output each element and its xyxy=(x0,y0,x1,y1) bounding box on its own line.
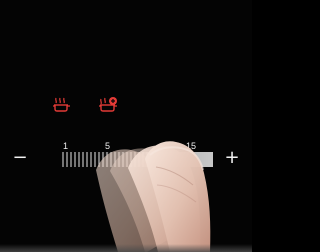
increase-power-button[interactable]: + xyxy=(223,149,241,167)
induction-cooktop-control-panel: − 1 5 15 + xyxy=(0,0,252,252)
touching-finger-image xyxy=(0,0,252,252)
power-slider[interactable] xyxy=(39,149,213,171)
decrease-power-button[interactable]: − xyxy=(11,149,29,167)
power-slider-ticks xyxy=(62,152,168,167)
boil-plus-pot-icon[interactable] xyxy=(96,96,120,112)
steam-pot-icon[interactable] xyxy=(50,96,74,112)
